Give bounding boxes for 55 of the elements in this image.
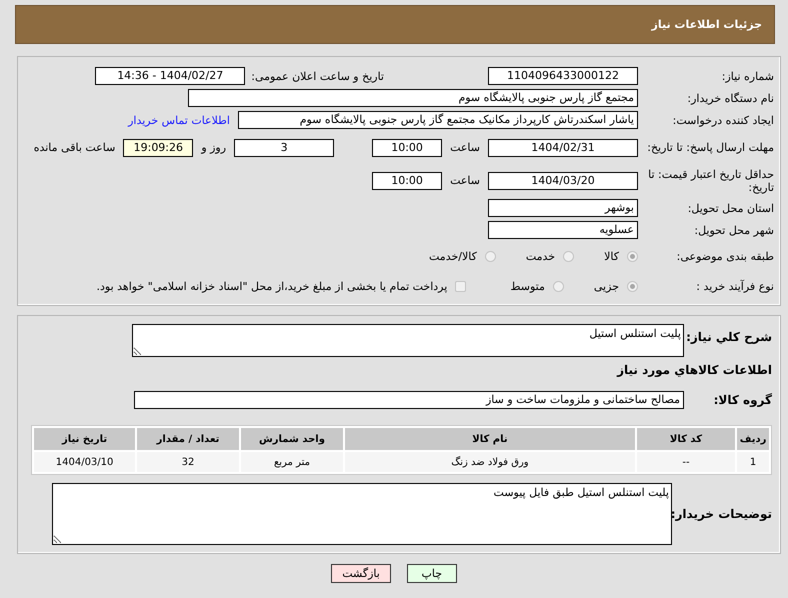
field-label: استان محل تحویل:	[686, 202, 775, 214]
column-header: تعداد / مقدار	[137, 428, 239, 450]
field-label: مهلت ارسال پاسخ: تا تاریخ:	[646, 141, 775, 154]
validity-date-field: 1404/03/20	[488, 172, 638, 190]
radio-label: متوسط	[510, 280, 545, 292]
page-title: جزئیات اطلاعات نیاز	[652, 18, 762, 31]
remaining-label: ساعت باقی مانده	[34, 141, 116, 154]
table-cell: متر مربع	[240, 452, 344, 472]
field-label: حداقل تاریخ اعتبار قیمت: تا تاریخ:	[647, 168, 775, 194]
field-label: نوع فرآیند خرید :	[695, 280, 775, 292]
announce-date-field: 1404/02/27 - 14:36	[95, 67, 246, 85]
remaining-time-field: 19:09:26	[123, 138, 194, 156]
table-cell: --	[636, 452, 736, 472]
print-button[interactable]: چاپ	[406, 564, 457, 583]
field-label: طبقه بندی موضوعی:	[676, 250, 775, 262]
requester-field: یاشار اسکندرتاش کارپرداز مکانیک مجتمع گاز پارس جنوبی پالایشگاه سوم	[238, 111, 638, 129]
need-number-field: 1104096433000122	[488, 67, 638, 85]
radio-label: جزیی	[594, 280, 619, 292]
field-label: شرح کلي نیاز:	[685, 329, 772, 344]
city-field: عسلویه	[488, 221, 638, 239]
treasury-text: پرداخت تمام یا بخشی از مبلغ خرید،از محل "اسناد خزانه اسلامی" خواهد بود.	[96, 280, 448, 292]
radio-label: کالا/خدمت	[429, 250, 477, 262]
radio-label: کالا	[604, 250, 619, 262]
description-field[interactable]: پلیت استنلس استیل	[132, 324, 684, 357]
buyer-notes-field[interactable]: پلیت استنلس استیل طبق فایل پیوست	[52, 483, 672, 545]
table-cell: 1	[737, 452, 769, 472]
radio-label: خدمت	[526, 250, 556, 262]
days-label: روز و	[201, 141, 226, 154]
field-label: شهر محل تحویل:	[693, 224, 775, 236]
field-label: گروه کالا:	[712, 393, 772, 407]
field-label: شماره نیاز:	[720, 70, 775, 82]
deadline-time-field: 10:00	[372, 138, 442, 156]
buyer-org-field: مجتمع گاز پارس جنوبی پالایشگاه سوم	[188, 89, 638, 107]
table-cell: 1404/03/10	[34, 452, 136, 472]
table-cell: ورق فولاد ضد زنگ	[345, 452, 635, 472]
buyer-contact-link[interactable]: اطلاعات تماس خریدار	[128, 114, 230, 126]
validity-time-field: 10:00	[372, 172, 442, 190]
goods-group-field: مصالح ساختمانی و ملزومات ساخت و ساز	[134, 391, 684, 409]
column-header: نام کالا	[345, 428, 635, 450]
days-field: 3	[234, 138, 334, 156]
time-label: ساعت	[450, 141, 480, 154]
field-label: نام دستگاه خریدار:	[686, 92, 775, 104]
table-cell: 32	[137, 452, 239, 472]
province-field: بوشهر	[488, 199, 638, 217]
column-header: کد کالا	[636, 428, 736, 450]
column-header: واحد شمارش	[240, 428, 344, 450]
field-label: توضیحات خریدار:	[672, 507, 772, 521]
field-label: تاریخ و ساعت اعلان عمومی:	[251, 70, 384, 82]
time-label: ساعت	[450, 174, 480, 187]
column-header: ردیف	[737, 428, 769, 450]
deadline-date-field: 1404/02/31	[488, 138, 638, 156]
section-title: اطلاعات کالاهاي مورد نیاز	[616, 363, 772, 377]
back-button[interactable]: بازگشت	[331, 564, 391, 583]
field-label: ایجاد کننده درخواست:	[672, 114, 775, 126]
column-header: تاریخ نیاز	[34, 428, 136, 450]
